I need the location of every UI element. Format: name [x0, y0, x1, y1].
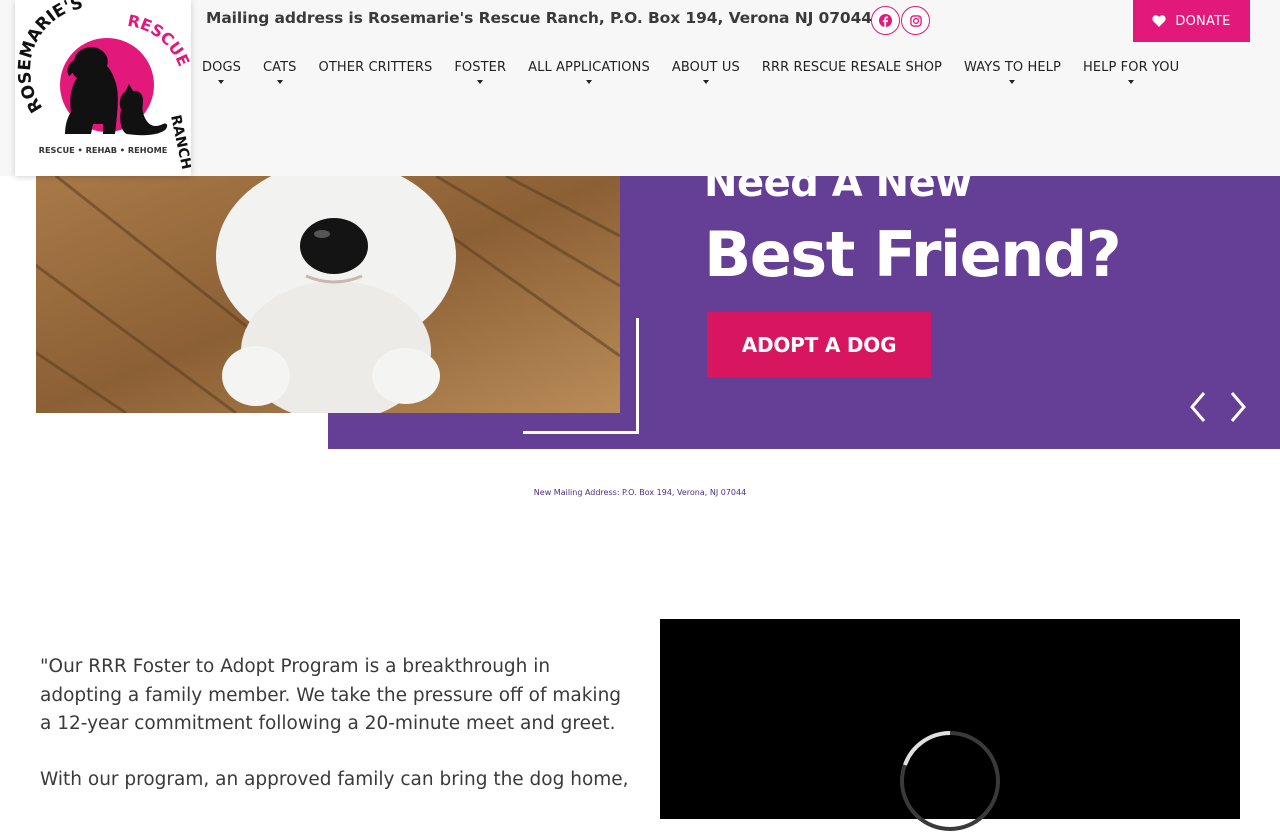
video-player[interactable]: [660, 619, 1240, 831]
hero-dog-photo: [36, 176, 620, 413]
caret-down-icon: [276, 80, 283, 84]
logo-tagline: RESCUE • REHAB • REHOME: [39, 145, 168, 155]
nav-item-ways-to-help[interactable]: WAYS TO HELP: [964, 60, 1061, 84]
caret-down-icon: [1128, 80, 1135, 84]
nav-label: WAYS TO HELP: [964, 60, 1061, 75]
nav-item-all-applications[interactable]: ALL APPLICATIONS: [528, 60, 650, 84]
hero-heading: Best Friend?: [704, 218, 1122, 291]
foster-to-adopt-intro: "Our RRR Foster to Adopt Program is a br…: [40, 653, 630, 821]
nav-item-about-us[interactable]: ABOUT US: [672, 60, 740, 84]
facebook-link[interactable]: [871, 6, 900, 35]
mailing-address-notice: New Mailing Address: P.O. Box 194, Veron…: [533, 488, 747, 497]
donate-label: DONATE: [1175, 13, 1231, 29]
slider-prev-button[interactable]: [1188, 390, 1210, 424]
decorative-frame: [636, 318, 639, 434]
nav-label: CATS: [262, 60, 297, 75]
nav-item-resale-shop[interactable]: RRR RESCUE RESALE SHOP: [762, 60, 942, 84]
nav-label: ALL APPLICATIONS: [528, 60, 650, 75]
mailing-address: Mailing address is Rosemarie's Rescue Ra…: [206, 9, 872, 27]
caret-down-icon: [218, 80, 225, 84]
chevron-left-icon: [1190, 392, 1206, 422]
donate-button[interactable]: DONATE: [1133, 0, 1250, 42]
nav-label: ABOUT US: [671, 60, 740, 75]
instagram-link[interactable]: [901, 6, 930, 35]
caret-down-icon: [1009, 80, 1016, 84]
decorative-frame: [523, 431, 639, 434]
adopt-a-dog-button[interactable]: ADOPT A DOG: [707, 312, 931, 377]
caret-down-icon: [477, 80, 484, 84]
nav-item-cats[interactable]: CATS: [263, 60, 297, 84]
nav-label: DOGS: [202, 60, 241, 75]
nav-item-dogs[interactable]: DOGS: [202, 60, 241, 84]
chevron-right-icon: [1230, 392, 1246, 422]
hero-slider: Need A New Best Friend? ADOPT A DOG: [0, 176, 1280, 449]
loading-spinner-icon: [900, 731, 1000, 831]
main-nav: DOGS CATS OTHER CRITTERS FOSTER ALL APPL…: [202, 60, 1201, 84]
nav-label: OTHER CRITTERS: [318, 60, 433, 75]
site-logo[interactable]: ROSEMARIE'S RESCUE RANCH RESCUE • REHAB …: [15, 0, 191, 176]
facebook-icon: [879, 14, 892, 27]
slider-next-button[interactable]: [1226, 390, 1248, 424]
nav-label: RRR RESCUE RESALE SHOP: [761, 60, 943, 75]
nav-item-foster[interactable]: FOSTER: [454, 60, 506, 84]
dog-photo-image: [36, 176, 620, 413]
caret-down-icon: [702, 80, 709, 84]
intro-paragraph: With our program, an approved family can…: [40, 768, 629, 790]
site-header: ROSEMARIE'S RESCUE RANCH RESCUE • REHAB …: [0, 0, 1280, 176]
nav-label: HELP FOR YOU: [1082, 60, 1180, 75]
heart-icon: [1152, 15, 1167, 27]
hero-heading-small: Need A New: [704, 176, 972, 206]
nav-item-other-critters[interactable]: OTHER CRITTERS: [319, 60, 433, 84]
logo-graphic: ROSEMARIE'S RESCUE RANCH RESCUE • REHAB …: [15, 0, 191, 171]
intro-paragraph: "Our RRR Foster to Adopt Program is a br…: [40, 656, 622, 734]
caret-down-icon: [585, 80, 592, 84]
nav-item-help-for-you[interactable]: HELP FOR YOU: [1083, 60, 1179, 84]
instagram-icon: [909, 14, 922, 27]
logo-text-ranch: RANCH: [167, 114, 191, 171]
nav-label: FOSTER: [454, 60, 507, 75]
